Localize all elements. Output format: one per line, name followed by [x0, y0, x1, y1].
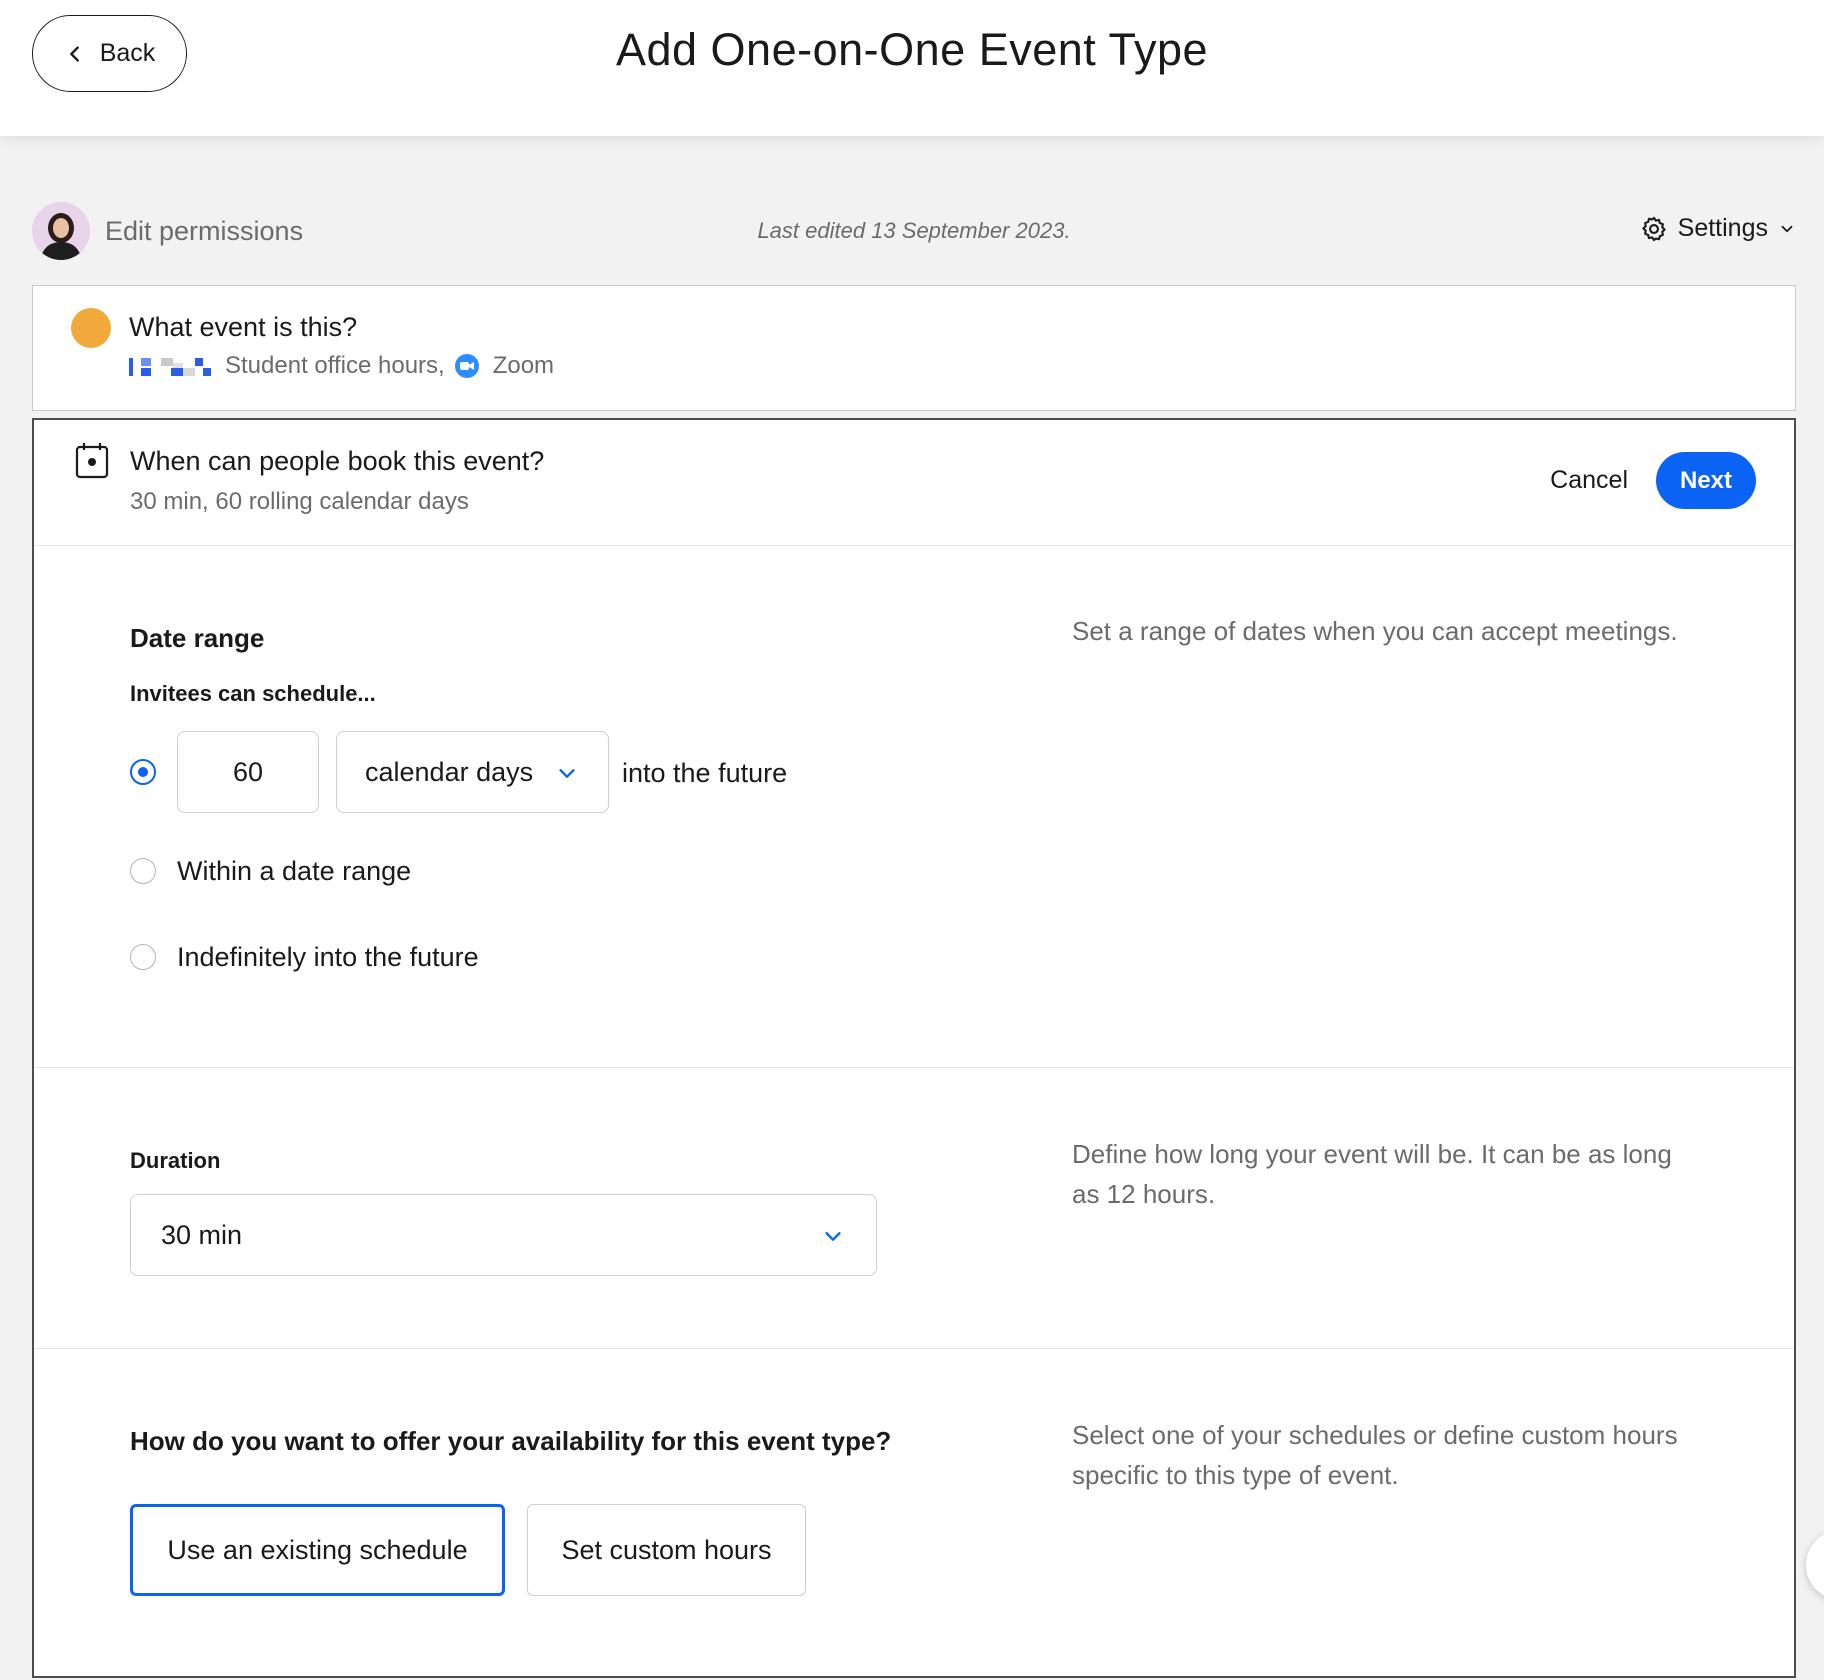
redacted-name: [129, 355, 219, 377]
booking-card-title: When can people book this event?: [130, 446, 545, 476]
event-color-dot: [71, 308, 111, 348]
duration-section: Duration Define how long your event will…: [34, 1068, 1794, 1349]
chevron-down-icon: [1781, 225, 1793, 232]
calendar-icon: [75, 443, 109, 479]
duration-help: Define how long your event will be. It c…: [1072, 1139, 1672, 1209]
zoom-icon: [454, 354, 479, 378]
event-card-subtitle: Student office hours, Zoom: [129, 352, 554, 380]
indefinitely-label[interactable]: Indefinitely into the future: [177, 942, 479, 973]
availability-help: Select one of your schedules or define c…: [1072, 1420, 1678, 1490]
meta-row: Edit permissions Last edited 13 Septembe…: [32, 200, 1796, 262]
location-label: Zoom: [492, 352, 555, 379]
radio-indefinitely[interactable]: [130, 944, 156, 970]
settings-label: Settings: [1677, 214, 1768, 242]
floating-help-button[interactable]: [1806, 1530, 1824, 1600]
availability-section: How do you want to offer your availabili…: [34, 1349, 1794, 1680]
last-edited-text: Last edited 13 September 2023.: [757, 218, 1071, 243]
availability-heading: How do you want to offer your availabili…: [130, 1426, 892, 1456]
date-range-help: Set a range of dates when you can accept…: [1072, 616, 1678, 646]
top-bar: Back Add One-on-One Event Type: [0, 0, 1824, 136]
days-unit-value: calendar days: [365, 756, 534, 787]
set-custom-hours-button[interactable]: Set custom hours: [527, 1504, 806, 1596]
booking-card: When can people book this event? 30 min,…: [32, 418, 1796, 1678]
cancel-button[interactable]: Cancel: [1550, 466, 1628, 495]
chevron-down-icon: [559, 769, 575, 778]
days-unit-select[interactable]: calendar days: [336, 731, 609, 813]
date-range-heading: Date range: [130, 623, 265, 653]
event-summary-card[interactable]: What event is this? Student office hours…: [32, 285, 1796, 411]
invitees-heading: Invitees can schedule...: [130, 681, 376, 706]
use-existing-schedule-button[interactable]: Use an existing schedule: [130, 1504, 505, 1596]
duration-heading: Duration: [130, 1148, 221, 1173]
within-range-label[interactable]: Within a date range: [177, 856, 411, 887]
duration-value: 30 min: [161, 1219, 243, 1250]
duration-select[interactable]: 30 min: [130, 1194, 877, 1276]
booking-card-subtitle: 30 min, 60 rolling calendar days: [130, 488, 469, 515]
radio-within-range[interactable]: [130, 858, 156, 884]
event-name: Student office hours,: [225, 352, 445, 379]
days-input[interactable]: 60: [177, 731, 319, 813]
gear-icon: [1641, 216, 1666, 241]
radio-rolling[interactable]: [130, 759, 156, 785]
booking-card-header: When can people book this event? 30 min,…: [34, 420, 1794, 546]
page-title: Add One-on-One Event Type: [615, 24, 1209, 75]
date-range-section: Date range Set a range of dates when you…: [34, 545, 1794, 1068]
chevron-down-icon: [825, 1232, 841, 1241]
next-button[interactable]: Next: [1656, 452, 1756, 509]
into-future-text: into the future: [622, 758, 788, 788]
settings-menu[interactable]: Settings: [1640, 214, 1796, 243]
event-card-title: What event is this?: [129, 312, 358, 342]
